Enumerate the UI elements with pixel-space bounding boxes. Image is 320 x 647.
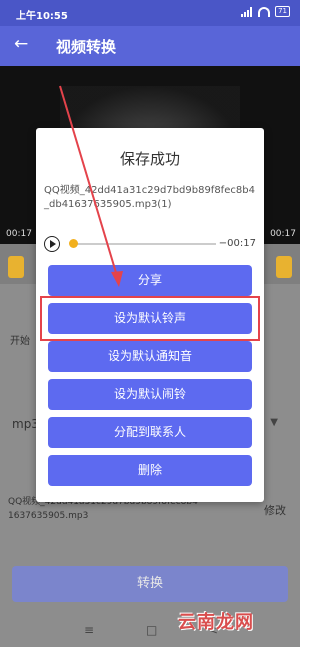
format-select[interactable]: mp3 [12,417,39,431]
video-time-right: 00:17 [270,229,296,239]
video-time-left: 00:17 [6,229,32,239]
start-label: 开始 [10,336,30,347]
wifi-icon [258,6,271,17]
set-default-notification-button[interactable]: 设为默认通知音 [48,341,252,372]
delete-button[interactable]: 删除 [48,455,252,486]
app-bar: ← 视频转换 [0,26,300,66]
convert-button[interactable]: 转换 [12,566,288,602]
filename-line-2: 1637635905.mp3 [8,511,89,521]
battery-icon: 71 [275,6,290,17]
progress-knob[interactable] [69,239,78,248]
share-button[interactable]: 分享 [48,265,252,296]
annotation-highlight-box [40,296,260,341]
trim-start-handle[interactable] [8,256,24,278]
status-bar: 上午10:55 71 [0,0,300,26]
home-icon[interactable]: □ [146,623,157,637]
audio-player: −00:17 [44,236,256,252]
page-title: 视频转换 [56,38,117,56]
status-icons: 71 [241,6,290,17]
duration-label: −00:17 [218,238,256,249]
status-time: 上午10:55 [16,11,68,22]
file-path: QQ视频_42dd41a31c29d7bd9b89f8fec8b4_db4163… [44,185,255,210]
trim-end-handle[interactable] [276,256,292,278]
back-arrow-icon[interactable]: ← [14,34,28,54]
signal-icon [241,6,253,17]
watermark: 云南龙网 [178,612,254,633]
chevron-down-icon[interactable]: ▼ [270,417,278,428]
assign-to-contact-button[interactable]: 分配到联系人 [48,417,252,448]
system-nav-bar: ≡ □ < [0,617,300,647]
play-icon[interactable] [44,236,60,252]
edit-button[interactable]: 修改 [264,502,286,518]
menu-icon[interactable]: ≡ [84,623,94,637]
dialog-title: 保存成功 [119,150,180,168]
set-default-alarm-button[interactable]: 设为默认闹铃 [48,379,252,410]
progress-track[interactable] [72,243,216,245]
